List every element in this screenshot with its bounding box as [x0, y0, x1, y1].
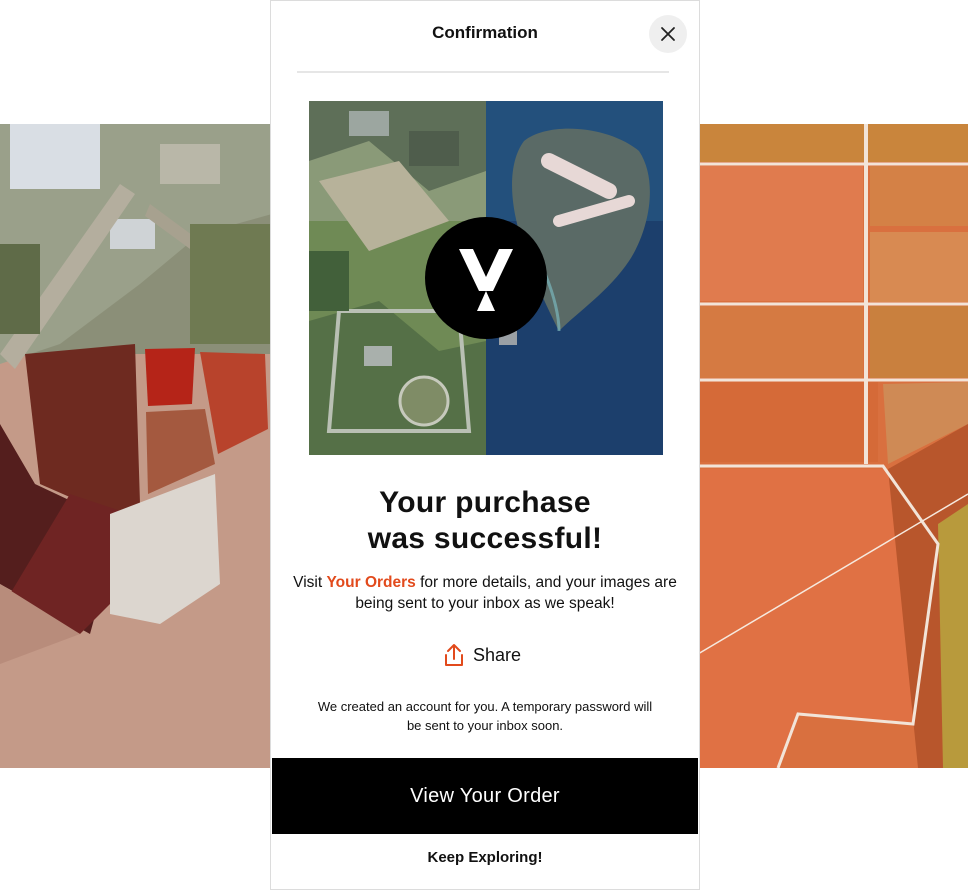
- confirmation-modal: Confirmation Your purchase was successfu…: [270, 0, 700, 890]
- header-divider: [297, 71, 669, 73]
- share-button[interactable]: Share: [443, 641, 521, 669]
- close-button[interactable]: [649, 15, 687, 53]
- hero-image: [309, 101, 663, 455]
- share-icon: [443, 643, 465, 667]
- message-prefix: Visit: [293, 574, 327, 591]
- background-aerial-image-right: [698, 124, 968, 768]
- headline-line-2: was successful!: [367, 522, 603, 555]
- your-orders-link[interactable]: Your Orders: [326, 574, 415, 591]
- account-note: We created an account for you. A tempora…: [317, 699, 653, 733]
- close-icon: [660, 26, 676, 42]
- modal-title: Confirmation: [432, 23, 538, 42]
- view-your-order-button[interactable]: View Your Order: [272, 758, 698, 834]
- headline-line-1: Your purchase: [379, 486, 591, 519]
- keep-exploring-link[interactable]: Keep Exploring!: [271, 849, 699, 866]
- background-aerial-image-left: [0, 124, 272, 768]
- share-label: Share: [473, 644, 522, 665]
- confirmation-screen: Confirmation Your purchase was successfu…: [0, 0, 968, 890]
- confirmation-message: Visit Your Orders for more details, and …: [291, 572, 679, 614]
- success-headline: Your purchase was successful!: [271, 485, 699, 557]
- modal-header: Confirmation: [271, 1, 699, 73]
